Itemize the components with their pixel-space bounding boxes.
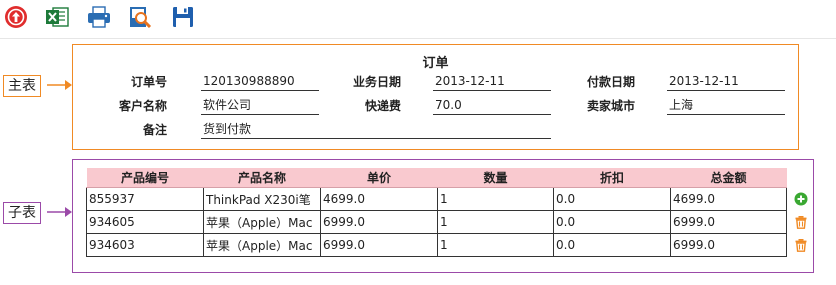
- remark-field[interactable]: 货到付款: [201, 121, 551, 139]
- column-header: 产品编号: [86, 168, 204, 188]
- detail-arrow-icon: [47, 207, 72, 217]
- table-cell[interactable]: 0.0: [553, 210, 671, 234]
- table-cell[interactable]: 苹果（Apple）Mac: [203, 233, 321, 257]
- order-no-field[interactable]: 120130988890: [201, 73, 319, 91]
- seller-city-label: 卖家城市: [586, 99, 635, 113]
- table-row: 934605 苹果（Apple）Mac 6999.0 1 0.0 6999.0: [86, 210, 787, 234]
- customer-label: 客户名称: [118, 99, 167, 113]
- table-cell[interactable]: 4699.0: [670, 187, 787, 211]
- column-header: 折扣: [553, 168, 671, 188]
- excel-icon[interactable]: [44, 4, 70, 30]
- toolbar: [0, 0, 836, 39]
- table-cell[interactable]: 6999.0: [320, 233, 438, 257]
- biz-date-label: 业务日期: [352, 75, 401, 89]
- table-cell[interactable]: 1: [437, 210, 554, 234]
- column-header: 产品名称: [203, 168, 321, 188]
- detail-panel: 产品编号 产品名称 单价 数量 折扣 总金额 855937 ThinkPad X…: [72, 159, 814, 273]
- table-cell[interactable]: 6999.0: [670, 233, 787, 257]
- table-cell[interactable]: 0.0: [553, 233, 671, 257]
- pay-date-label: 付款日期: [586, 75, 635, 89]
- add-row-icon[interactable]: [794, 192, 808, 206]
- master-panel: 订单 订单号 120130988890 业务日期 2013-12-11 付款日期…: [72, 44, 799, 150]
- detail-table-label: 子表: [3, 202, 41, 224]
- print-preview-icon[interactable]: [127, 4, 153, 30]
- upload-circle-icon[interactable]: [3, 4, 29, 30]
- delete-row-icon[interactable]: [794, 215, 808, 229]
- table-cell[interactable]: 苹果（Apple）Mac: [203, 210, 321, 234]
- table-cell[interactable]: 0.0: [553, 187, 671, 211]
- biz-date-field[interactable]: 2013-12-11: [433, 73, 551, 91]
- table-cell[interactable]: 934605: [86, 210, 204, 234]
- printer-icon[interactable]: [86, 4, 112, 30]
- table-header-row: 产品编号 产品名称 单价 数量 折扣 总金额: [86, 168, 787, 188]
- seller-city-field[interactable]: 上海: [667, 97, 785, 115]
- table-cell[interactable]: 855937: [86, 187, 204, 211]
- master-table-label: 主表: [3, 75, 41, 97]
- column-header: 总金额: [670, 168, 787, 188]
- save-icon[interactable]: [170, 4, 196, 30]
- table-row: 934603 苹果（Apple）Mac 6999.0 1 0.0 6999.0: [86, 233, 787, 257]
- form-title: 订单: [422, 56, 449, 71]
- remark-label: 备注: [142, 123, 167, 137]
- column-header: 数量: [437, 168, 554, 188]
- customer-field[interactable]: 软件公司: [201, 97, 319, 115]
- table-cell[interactable]: 6999.0: [320, 210, 438, 234]
- table-row: 855937 ThinkPad X230i笔 4699.0 1 0.0 4699…: [86, 187, 787, 211]
- table-cell[interactable]: 4699.0: [320, 187, 438, 211]
- shipping-field[interactable]: 70.0: [433, 97, 551, 115]
- master-arrow-icon: [47, 80, 72, 90]
- detail-table: 产品编号 产品名称 单价 数量 折扣 总金额 855937 ThinkPad X…: [86, 168, 787, 257]
- order-no-label: 订单号: [130, 75, 167, 89]
- delete-row-icon[interactable]: [794, 238, 808, 252]
- table-cell[interactable]: 1: [437, 233, 554, 257]
- table-cell[interactable]: 1: [437, 187, 554, 211]
- shipping-label: 快递费: [364, 99, 401, 113]
- table-cell[interactable]: 6999.0: [670, 210, 787, 234]
- pay-date-field[interactable]: 2013-12-11: [667, 73, 785, 91]
- table-cell[interactable]: 934603: [86, 233, 204, 257]
- table-cell[interactable]: ThinkPad X230i笔: [203, 187, 321, 211]
- column-header: 单价: [320, 168, 438, 188]
